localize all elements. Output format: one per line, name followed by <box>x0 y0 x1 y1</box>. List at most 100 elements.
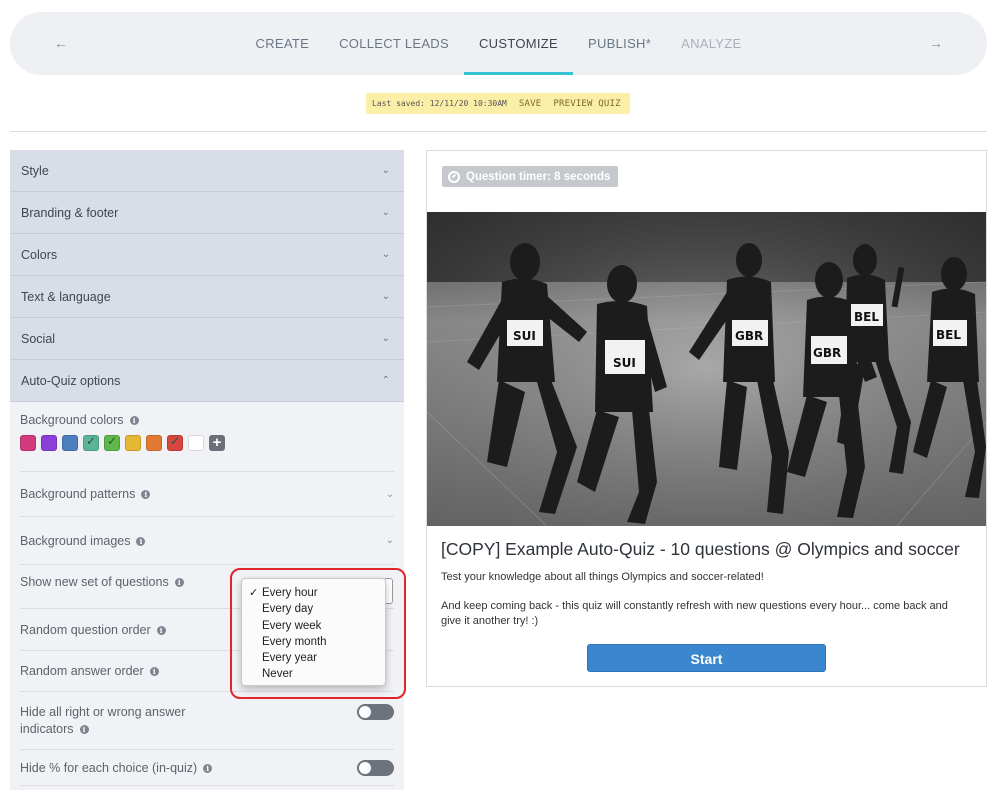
quiz-title: [COPY] Example Auto-Quiz - 10 questions … <box>441 539 960 559</box>
info-icon[interactable]: i <box>156 625 166 635</box>
info-icon[interactable]: i <box>136 536 146 546</box>
info-icon[interactable]: i <box>149 667 159 676</box>
option-every-hour[interactable]: ✓ Every hour <box>242 585 385 601</box>
swatch-teal[interactable]: ✓ <box>83 434 99 451</box>
chevron-down-icon: ⌄ <box>381 249 390 260</box>
arrow-right-icon[interactable]: → <box>927 34 945 52</box>
swatch-green[interactable]: ✓ <box>104 434 120 451</box>
tab-create[interactable]: CREATE <box>241 12 325 75</box>
option-every-month[interactable]: Every month <box>242 634 385 650</box>
quiz-description-line: Test your knowledge about all things Oly… <box>441 571 764 583</box>
quiz-description-paragraph: And keep coming back - this quiz will co… <box>441 600 948 627</box>
section-label: Style <box>21 163 49 178</box>
bib-label: SUI <box>513 329 536 343</box>
quiz-preview: Question timer: 8 seconds SUI SUI GBR GB… <box>426 150 987 687</box>
section-label: Auto-Quiz options <box>21 373 121 388</box>
background-colors-label: Background colors <box>20 413 124 427</box>
chevron-down-icon: ⌄ <box>381 207 390 218</box>
bib-label: BEL <box>936 328 961 342</box>
dropdown-highlight: ✓ Every hour Every day Every week Every m… <box>230 568 406 699</box>
background-patterns-row[interactable]: Background patterns i ⌄ <box>20 472 394 517</box>
chevron-down-icon: ⌄ <box>381 165 390 176</box>
option-label: Every week <box>262 619 322 632</box>
preview-quiz-button[interactable]: PREVIEW QUIZ <box>553 99 620 109</box>
swatch-orange[interactable] <box>146 435 162 451</box>
option-never[interactable]: Never <box>242 666 385 682</box>
show-new-set-label: Show new set of questions <box>20 574 169 589</box>
chevron-down-icon: ⌄ <box>385 535 394 546</box>
section-colors[interactable]: Colors ⌄ <box>10 234 404 276</box>
info-icon[interactable]: i <box>129 416 139 425</box>
chevron-down-icon: ⌄ <box>381 291 390 302</box>
background-patterns-label: Background patterns <box>20 487 136 501</box>
hide-percent-label: Hide % for each choice (in-quiz) <box>20 760 198 775</box>
section-text-language[interactable]: Text & language ⌄ <box>10 276 404 318</box>
save-button[interactable]: SAVE <box>519 99 541 109</box>
random-question-label: Random question order <box>20 622 151 637</box>
hide-percent-toggle[interactable] <box>357 759 394 776</box>
check-icon: ✓ <box>249 587 259 599</box>
section-label: Branding & footer <box>21 205 119 220</box>
wizard-nav: ← CREATE COLLECT LEADS CUSTOMIZE PUBLISH… <box>10 12 987 75</box>
runners-photo: SUI SUI GBR GBR BEL BEL <box>427 212 986 526</box>
option-every-week[interactable]: Every week <box>242 618 385 634</box>
bib-label: GBR <box>813 346 841 360</box>
swatch-yellow[interactable] <box>125 435 141 451</box>
chevron-down-icon: ⌄ <box>381 333 390 344</box>
random-answer-label: Random answer order <box>20 664 144 678</box>
check-icon: ✓ <box>170 434 181 448</box>
option-label: Never <box>262 668 293 681</box>
timer-icon <box>448 170 460 183</box>
last-saved-text: Last saved: 12/11/20 10:30AM <box>372 99 507 108</box>
chevron-down-icon: ⌄ <box>385 488 394 500</box>
frequency-dropdown-menu: ✓ Every hour Every day Every week Every m… <box>241 578 386 686</box>
section-label: Colors <box>21 247 58 262</box>
section-style[interactable]: Style ⌄ <box>10 150 404 192</box>
tab-collect-leads[interactable]: COLLECT LEADS <box>324 12 464 75</box>
section-label: Text & language <box>21 289 111 304</box>
option-every-day[interactable]: Every day <box>242 601 385 617</box>
hide-indicators-label: Hide all right or wrong answer indicator… <box>20 704 186 736</box>
check-icon: ✓ <box>107 434 118 448</box>
question-timer-badge: Question timer: 8 seconds <box>442 166 619 187</box>
bib-label: GBR <box>735 329 763 343</box>
timer-text: Question timer: 8 seconds <box>466 170 611 183</box>
info-icon[interactable]: i <box>141 490 151 499</box>
background-images-row[interactable]: Background images i ⌄ <box>20 517 394 565</box>
swatch-blue[interactable] <box>62 435 78 451</box>
hide-indicators-row: Hide all right or wrong answer indicator… <box>20 692 394 750</box>
hide-percent-row: Hide % for each choice (in-quiz) i <box>20 750 394 786</box>
start-button[interactable]: Start <box>587 644 826 672</box>
bib-label: BEL <box>854 310 879 324</box>
color-swatches: ✓ ✓ ✓ + <box>20 434 394 451</box>
swatch-purple[interactable] <box>41 435 57 451</box>
bib-label: SUI <box>613 356 636 370</box>
quiz-cover-image: SUI SUI GBR GBR BEL BEL <box>427 212 986 526</box>
option-label: Every hour <box>262 587 318 599</box>
hide-indicators-toggle[interactable] <box>357 703 394 720</box>
background-images-label: Background images <box>20 533 131 548</box>
info-icon[interactable]: i <box>174 577 184 587</box>
swatch-red[interactable]: ✓ <box>167 434 183 451</box>
wizard-steps: CREATE COLLECT LEADS CUSTOMIZE PUBLISH* … <box>10 12 987 75</box>
option-label: Every day <box>262 603 314 616</box>
section-branding-footer[interactable]: Branding & footer ⌄ <box>10 192 404 234</box>
add-color-button[interactable]: + <box>209 435 225 451</box>
section-auto-quiz-options[interactable]: Auto-Quiz options ⌃ <box>10 360 404 402</box>
save-status-bar: Last saved: 12/11/20 10:30AM SAVE PREVIE… <box>366 93 630 114</box>
swatch-white[interactable] <box>188 435 204 451</box>
chevron-up-icon: ⌃ <box>381 375 390 386</box>
option-every-year[interactable]: Every year <box>242 650 385 666</box>
tab-customize[interactable]: CUSTOMIZE <box>463 12 574 75</box>
check-icon: ✓ <box>86 434 97 448</box>
option-label: Every month <box>262 635 327 648</box>
background-colors-row: Background colors i ✓ ✓ ✓ + <box>20 402 394 472</box>
tab-publish[interactable]: PUBLISH* <box>573 12 666 75</box>
info-icon[interactable]: i <box>203 763 213 773</box>
swatch-pink[interactable] <box>20 435 36 451</box>
tab-analyze[interactable]: ANALYZE <box>666 12 756 75</box>
section-label: Social <box>21 331 56 346</box>
frequency-select[interactable] <box>385 578 393 604</box>
info-icon[interactable]: i <box>79 724 89 734</box>
section-social[interactable]: Social ⌄ <box>10 318 404 360</box>
